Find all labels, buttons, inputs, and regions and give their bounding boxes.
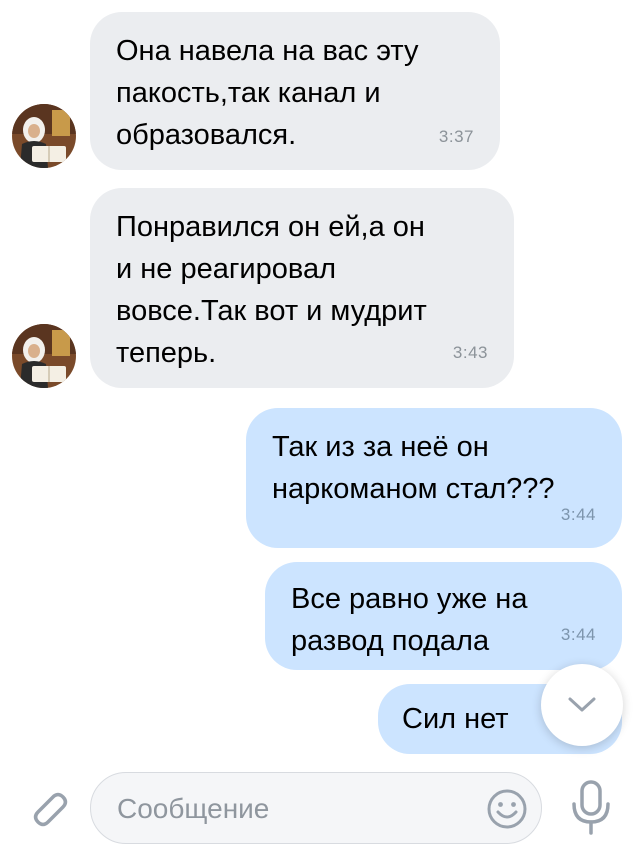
paperclip-icon: [33, 792, 68, 827]
avatar[interactable]: [12, 324, 76, 388]
message-bubble-incoming[interactable]: Она навела на вас эту пакость,так канал …: [90, 12, 500, 170]
message-bubble-outgoing[interactable]: Так из за неё он наркоманом стал??? 3:44: [246, 408, 622, 548]
microphone-button[interactable]: [566, 780, 616, 836]
message-time: 3:44: [560, 505, 596, 524]
emoji-button[interactable]: [485, 787, 529, 831]
message-input-container: [90, 772, 542, 844]
message-list[interactable]: Она навела на вас эту пакость,так канал …: [0, 0, 640, 760]
scroll-down-button[interactable]: [541, 664, 623, 746]
message-time: 3:37: [438, 127, 474, 146]
message-time: 3:44: [560, 625, 596, 644]
chevron-down-icon: [568, 697, 596, 712]
smiley-icon: [487, 789, 527, 829]
avatar[interactable]: [12, 104, 76, 168]
message-composer: [0, 760, 640, 856]
message-input[interactable]: [115, 783, 479, 835]
attach-button[interactable]: [24, 784, 70, 830]
message-time: 3:43: [452, 343, 488, 362]
microphone-icon: [572, 780, 610, 835]
message-bubble-outgoing[interactable]: Все равно уже на развод подала 3:44: [265, 562, 622, 670]
message-bubble-incoming[interactable]: Понравился он ей,а он и не реагировал во…: [90, 188, 514, 388]
